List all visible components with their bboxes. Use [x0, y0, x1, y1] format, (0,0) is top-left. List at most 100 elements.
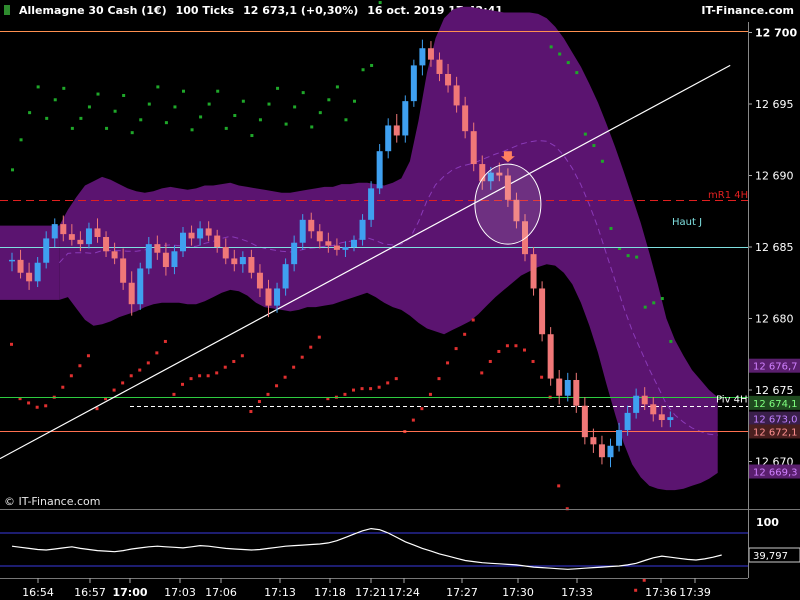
candle-body: [633, 395, 640, 413]
candle-body: [103, 236, 110, 252]
indicator-dot-down: [61, 385, 65, 389]
indicator-dot-up: [378, 1, 382, 5]
indicator-dot-up: [79, 116, 83, 120]
time-axis[interactable]: 16:54 16:57 17:00 17:03 17:06 17:13 17:18 17:21…: [22, 578, 711, 599]
indicator-dot-up: [310, 125, 314, 129]
price-tick-label: 12 695: [755, 98, 794, 111]
time-tick-label: 17:18: [314, 586, 346, 599]
price-tick-label: 12 690: [755, 170, 794, 183]
candle-body: [607, 445, 614, 458]
indicator-dot-down: [257, 400, 261, 404]
level-label: Piv 4H: [716, 395, 748, 406]
indicator-dot-down: [428, 392, 432, 396]
watermark: © IT-Finance.com: [4, 495, 101, 508]
candle-body: [539, 288, 546, 335]
price-tick-label: 12 680: [755, 313, 794, 326]
candle-body: [333, 245, 340, 250]
indicator-dot-down: [35, 405, 39, 409]
candle-body: [325, 241, 332, 246]
time-tick-label: 17:21: [355, 586, 387, 599]
price-tag: 12 676,7: [753, 362, 798, 373]
indicator-dot-down: [172, 392, 176, 396]
candle-body: [26, 272, 33, 282]
candle-body: [564, 379, 571, 396]
indicator-dot-down: [369, 387, 373, 391]
candle-body: [299, 219, 306, 243]
candle-body: [641, 395, 648, 405]
candle-body: [154, 244, 161, 253]
indicator-dot-up: [216, 89, 220, 93]
candle-body: [453, 85, 460, 106]
candle-body: [94, 228, 101, 237]
indicator-dot-up: [669, 339, 673, 343]
oscillator-value: 39,797: [753, 551, 788, 562]
indicator-dot-up: [130, 131, 134, 135]
indicator-dot-down: [437, 377, 441, 381]
candle-body: [214, 235, 221, 247]
indicator-dot-down: [206, 374, 210, 378]
candle-body: [530, 254, 537, 289]
indicator-dot-down: [112, 388, 116, 392]
candle-body: [282, 264, 289, 289]
candle-body: [667, 417, 674, 421]
indicator-dot-down: [531, 359, 535, 363]
candle-body: [470, 131, 477, 165]
oscillator-bg: [0, 511, 748, 577]
indicator-dot-down: [471, 318, 475, 322]
chart-canvas[interactable]: mR1 4H Haut J Piv 4H 12 700 12 695 12 690 12 …: [0, 0, 800, 600]
time-tick-label: 17:33: [561, 586, 593, 599]
indicator-dot-up: [652, 301, 656, 305]
indicator-dot-down: [223, 365, 227, 369]
indicator-dot-up: [626, 254, 630, 258]
indicator-dot-down: [488, 359, 492, 363]
indicator-dot-down: [86, 354, 90, 358]
candle-body: [368, 188, 375, 220]
band-fill-start: [0, 225, 60, 300]
indicator-dot-up: [267, 102, 271, 106]
candle-body: [316, 231, 323, 242]
candle-body: [590, 437, 597, 445]
indicator-dot-up: [233, 114, 237, 118]
indicator-dot-down: [69, 374, 73, 378]
indicator-dot-down: [317, 335, 321, 339]
indicator-dot-down: [275, 384, 279, 388]
indicator-dot-up: [258, 118, 262, 122]
indicator-dot-down: [292, 365, 296, 369]
indicator-dot-down: [523, 348, 526, 352]
price-tick-label: 12 675: [755, 384, 794, 397]
candle-body: [265, 288, 272, 306]
candle-body: [34, 262, 41, 282]
indicator-dot-up: [182, 89, 185, 93]
indicator-dot-down: [446, 361, 450, 365]
indicator-dot-down: [10, 342, 13, 346]
indicator-dot-down: [505, 344, 509, 348]
indicator-dot-down: [198, 374, 202, 378]
oscillator-panel: 100 39,797: [0, 511, 800, 577]
candle-body: [248, 257, 255, 273]
level-label: Haut J: [672, 217, 702, 228]
indicator-dot-up: [575, 71, 579, 75]
indicator-dot-down: [138, 368, 142, 372]
indicator-dot-up: [45, 116, 49, 120]
indicator-dot-down: [480, 371, 484, 375]
indicator-dot-up: [87, 105, 91, 109]
indicator-dot-down: [181, 382, 184, 386]
indicator-dot-up: [660, 297, 664, 301]
candle-body: [120, 258, 127, 283]
candle-body: [547, 334, 554, 379]
indicator-dot-down: [129, 374, 133, 378]
indicator-dot-up: [327, 98, 331, 102]
candle-body: [556, 378, 563, 396]
indicator-dot-down: [557, 484, 561, 488]
indicator-dot-up: [199, 115, 203, 119]
candle-body: [239, 257, 246, 265]
candle-body: [43, 238, 50, 263]
indicator-dot-down: [343, 392, 347, 396]
indicator-dot-up: [609, 226, 613, 230]
indicator-dot-up: [344, 118, 348, 122]
candle-body: [342, 247, 349, 250]
indicator-dot-up: [207, 102, 211, 106]
candle-body: [171, 251, 178, 268]
time-tick-label: 17:03: [164, 586, 196, 599]
indicator-dot-down: [283, 375, 287, 379]
